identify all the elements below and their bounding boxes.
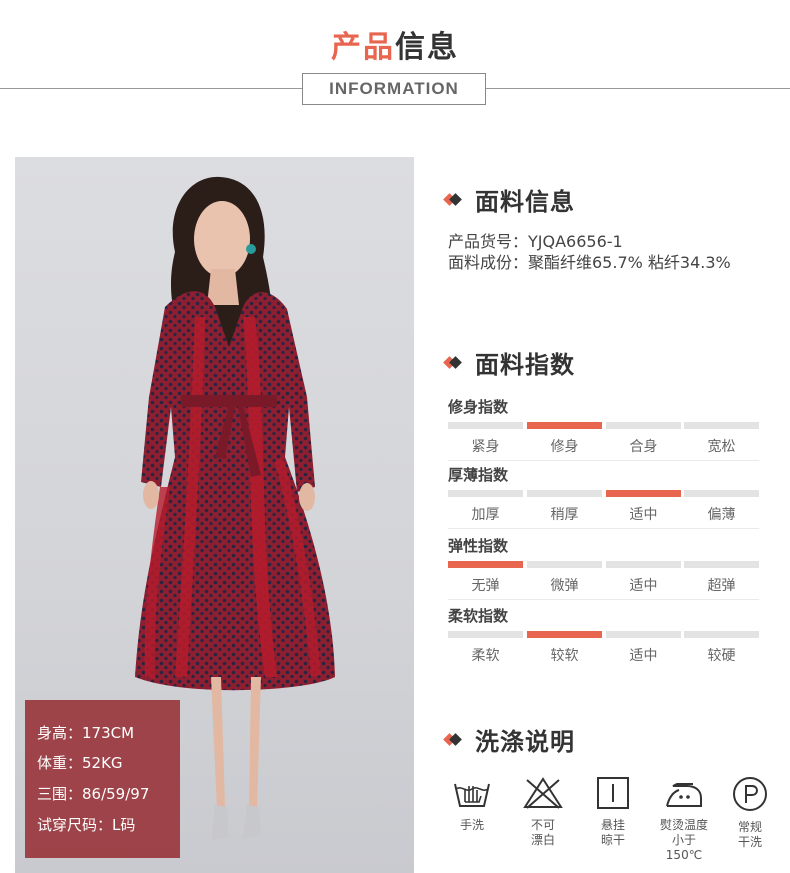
wash-label: 手洗 — [459, 818, 484, 832]
fabric-index-heading: 面料指数 — [445, 345, 575, 380]
index-title: 柔软指数 — [448, 607, 509, 625]
index-bar — [448, 561, 523, 568]
index-bar — [684, 422, 759, 429]
index-separator — [448, 460, 759, 461]
index-option-label: 紧身 — [471, 439, 500, 455]
index-bar — [684, 631, 759, 638]
index-separator — [448, 528, 759, 529]
index-bar — [606, 422, 681, 429]
index-option-label: 无弹 — [471, 578, 500, 594]
index-bar — [527, 422, 602, 429]
index-option-label: 稍厚 — [550, 507, 579, 523]
model-height: 身高：173CM — [37, 724, 135, 742]
wash-item-hand-wash: 手洗 — [442, 776, 502, 833]
index-option-label: 柔软 — [471, 648, 500, 664]
index-option-label: 超弹 — [707, 578, 736, 594]
diamond-icon — [445, 356, 459, 370]
index-separator — [448, 599, 759, 600]
washing-heading: 洗涤说明 — [445, 722, 575, 757]
hang-dry-icon — [597, 777, 629, 809]
index-title: 厚薄指数 — [448, 466, 509, 484]
iron-icon — [666, 783, 702, 807]
wash-label: 常规 干洗 — [737, 820, 762, 849]
header-divider-left — [0, 88, 302, 89]
header-divider-right — [486, 88, 790, 89]
hand-wash-icon — [454, 783, 490, 807]
index-title: 修身指数 — [448, 398, 509, 416]
diamond-icon — [445, 193, 459, 207]
index-bar — [448, 490, 523, 497]
model-measurements-panel: 身高：173CM 体重：52KG 三围：86/59/97 试穿尺码：L码 — [25, 700, 180, 858]
wash-label: 不可 漂白 — [530, 818, 555, 847]
index-bar — [527, 490, 602, 497]
index-option-label: 适中 — [629, 648, 658, 664]
washing-title: 洗涤说明 — [475, 728, 575, 756]
index-bar — [606, 631, 681, 638]
wash-label: 熨烫温度 小于150℃ — [659, 818, 708, 862]
index-option-label: 适中 — [629, 578, 658, 594]
index-option-label: 合身 — [629, 439, 658, 455]
fabric-info-title: 面料信息 — [475, 188, 575, 216]
index-option-label: 修身 — [550, 439, 579, 455]
model-size: 试穿尺码：L码 — [37, 816, 136, 834]
model-weight: 体重：52KG — [37, 754, 123, 772]
index-bar — [684, 561, 759, 568]
wash-item-hang-dry: 悬挂 晾干 — [583, 776, 643, 848]
index-bar — [606, 561, 681, 568]
dry-clean-icon — [733, 777, 767, 811]
wash-item-iron: 熨烫温度 小于150℃ — [654, 776, 714, 863]
wash-label: 悬挂 晾干 — [600, 818, 625, 847]
index-title: 弹性指数 — [448, 537, 509, 555]
title-accent: 产品 — [331, 30, 395, 65]
index-bar — [684, 490, 759, 497]
index-bar — [527, 561, 602, 568]
index-option-label: 较软 — [550, 648, 579, 664]
fabric-composition: 面料成份：聚酯纤维65.7% 粘纤34.3% — [448, 253, 731, 272]
no-bleach-icon — [523, 777, 563, 809]
model-measurements: 三围：86/59/97 — [37, 785, 150, 803]
index-option-label: 较硬 — [707, 648, 736, 664]
fabric-info-heading: 面料信息 — [445, 182, 575, 217]
page-title: 产品信息 — [0, 22, 790, 66]
index-bar — [527, 631, 602, 638]
index-option-label: 宽松 — [707, 439, 736, 455]
index-option-label: 适中 — [629, 507, 658, 523]
index-option-label: 微弹 — [550, 578, 579, 594]
index-bar — [448, 422, 523, 429]
index-option-label: 偏薄 — [707, 507, 736, 523]
title-rest: 信息 — [395, 30, 459, 65]
wash-item-dry-clean: 常规 干洗 — [720, 776, 780, 850]
index-bar — [606, 490, 681, 497]
header-subtitle: INFORMATION — [302, 73, 486, 105]
diamond-icon — [445, 733, 459, 747]
index-option-label: 加厚 — [471, 507, 500, 523]
index-bar — [448, 631, 523, 638]
fabric-index-title: 面料指数 — [475, 351, 575, 379]
wash-item-no-bleach: 不可 漂白 — [513, 776, 573, 848]
